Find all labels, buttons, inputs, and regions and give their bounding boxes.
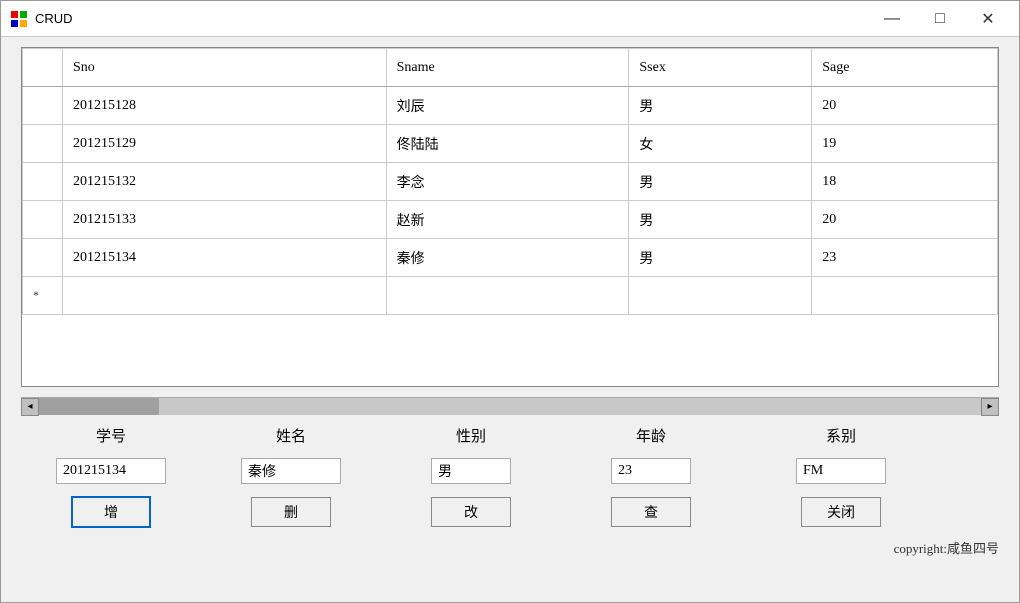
btn-cell-del: 删 <box>201 496 381 528</box>
form-area: 学号 姓名 性别 年龄 系别 <box>21 425 999 528</box>
input-cell-sname <box>201 458 381 484</box>
label-sdept: 系别 <box>741 425 941 446</box>
table-row[interactable]: 201215133赵新男20 <box>23 201 998 239</box>
add-button[interactable]: 增 <box>71 496 151 528</box>
table-cell-4: 19 <box>812 125 998 163</box>
table-cell-0 <box>23 239 63 277</box>
scroll-track[interactable] <box>39 398 981 415</box>
close-button[interactable]: 关闭 <box>801 497 881 527</box>
form-buttons-row: 增 删 改 查 关闭 <box>21 496 999 528</box>
data-table: Sno Sname Ssex Sage 201215128刘辰男20201215… <box>22 48 998 315</box>
input-cell-sage <box>561 458 741 484</box>
table-cell-4: 23 <box>812 239 998 277</box>
main-window: CRUD — □ ✕ Sno Sname Ssex Sage <box>0 0 1020 603</box>
label-sage: 年龄 <box>561 425 741 446</box>
table-cell-0: * <box>23 277 63 315</box>
col-header-marker <box>23 49 63 87</box>
table-cell-3: 男 <box>629 239 812 277</box>
label-ssex: 性别 <box>381 425 561 446</box>
table-cell-3: 男 <box>629 163 812 201</box>
col-header-sage: Sage <box>812 49 998 87</box>
label-sno: 学号 <box>21 425 201 446</box>
table-cell-1: 201215134 <box>63 239 387 277</box>
form-labels-row: 学号 姓名 性别 年龄 系别 <box>21 425 999 446</box>
table-cell-1: 201215129 <box>63 125 387 163</box>
table-scroll-area[interactable]: Sno Sname Ssex Sage 201215128刘辰男20201215… <box>22 48 998 386</box>
sname-input[interactable] <box>241 458 341 484</box>
label-sname: 姓名 <box>201 425 381 446</box>
table-cell-0 <box>23 87 63 125</box>
input-cell-sdept <box>741 458 941 484</box>
table-cell-4: 18 <box>812 163 998 201</box>
table-cell-1: 201215128 <box>63 87 387 125</box>
table-cell-4: 20 <box>812 201 998 239</box>
maximize-button[interactable]: □ <box>917 5 963 33</box>
col-header-sno: Sno <box>63 49 387 87</box>
col-header-ssex: Ssex <box>629 49 812 87</box>
table-cell-0 <box>23 201 63 239</box>
table-cell-2: 李念 <box>386 163 629 201</box>
table-cell-1: 201215132 <box>63 163 387 201</box>
table-cell-4 <box>812 277 998 315</box>
scroll-thumb[interactable] <box>39 398 159 415</box>
input-cell-ssex <box>381 458 561 484</box>
table-header-row: Sno Sname Ssex Sage <box>23 49 998 87</box>
scroll-right-button[interactable]: ▸ <box>981 398 999 416</box>
table-row[interactable]: 201215132李念男18 <box>23 163 998 201</box>
table-cell-3 <box>629 277 812 315</box>
col-header-sname: Sname <box>386 49 629 87</box>
table-cell-2: 秦修 <box>386 239 629 277</box>
horizontal-scrollbar[interactable]: ◂ ▸ <box>21 397 999 415</box>
query-button[interactable]: 查 <box>611 497 691 527</box>
table-cell-1 <box>63 277 387 315</box>
close-window-button[interactable]: ✕ <box>965 5 1011 33</box>
table-row[interactable]: 201215128刘辰男20 <box>23 87 998 125</box>
sage-input[interactable] <box>611 458 691 484</box>
btn-cell-mod: 改 <box>381 496 561 528</box>
input-cell-sno <box>21 458 201 484</box>
main-content: Sno Sname Ssex Sage 201215128刘辰男20201215… <box>1 37 1019 602</box>
btn-cell-query: 查 <box>561 496 741 528</box>
table-cell-3: 男 <box>629 201 812 239</box>
table-cell-0 <box>23 125 63 163</box>
btn-cell-add: 增 <box>21 496 201 528</box>
sdept-input[interactable] <box>796 458 886 484</box>
table-cell-4: 20 <box>812 87 998 125</box>
table-cell-1: 201215133 <box>63 201 387 239</box>
form-inputs-row <box>21 458 999 484</box>
table-row[interactable]: 201215129佟陆陆女19 <box>23 125 998 163</box>
window-controls: — □ ✕ <box>869 5 1011 33</box>
delete-button[interactable]: 删 <box>251 497 331 527</box>
copyright-text: copyright:咸鱼四号 <box>21 538 999 557</box>
table-cell-2 <box>386 277 629 315</box>
table-cell-0 <box>23 163 63 201</box>
table-row[interactable]: 201215134秦修男23 <box>23 239 998 277</box>
table-cell-2: 佟陆陆 <box>386 125 629 163</box>
title-bar: CRUD — □ ✕ <box>1 1 1019 37</box>
app-icon <box>9 9 29 29</box>
table-cell-2: 赵新 <box>386 201 629 239</box>
window-title: CRUD <box>35 11 869 26</box>
scroll-left-button[interactable]: ◂ <box>21 398 39 416</box>
btn-cell-close: 关闭 <box>741 496 941 528</box>
ssex-input[interactable] <box>431 458 511 484</box>
modify-button[interactable]: 改 <box>431 497 511 527</box>
table-cell-2: 刘辰 <box>386 87 629 125</box>
table-row[interactable]: * <box>23 277 998 315</box>
minimize-button[interactable]: — <box>869 5 915 33</box>
sno-input[interactable] <box>56 458 166 484</box>
table-cell-3: 男 <box>629 87 812 125</box>
data-table-container: Sno Sname Ssex Sage 201215128刘辰男20201215… <box>21 47 999 387</box>
table-cell-3: 女 <box>629 125 812 163</box>
